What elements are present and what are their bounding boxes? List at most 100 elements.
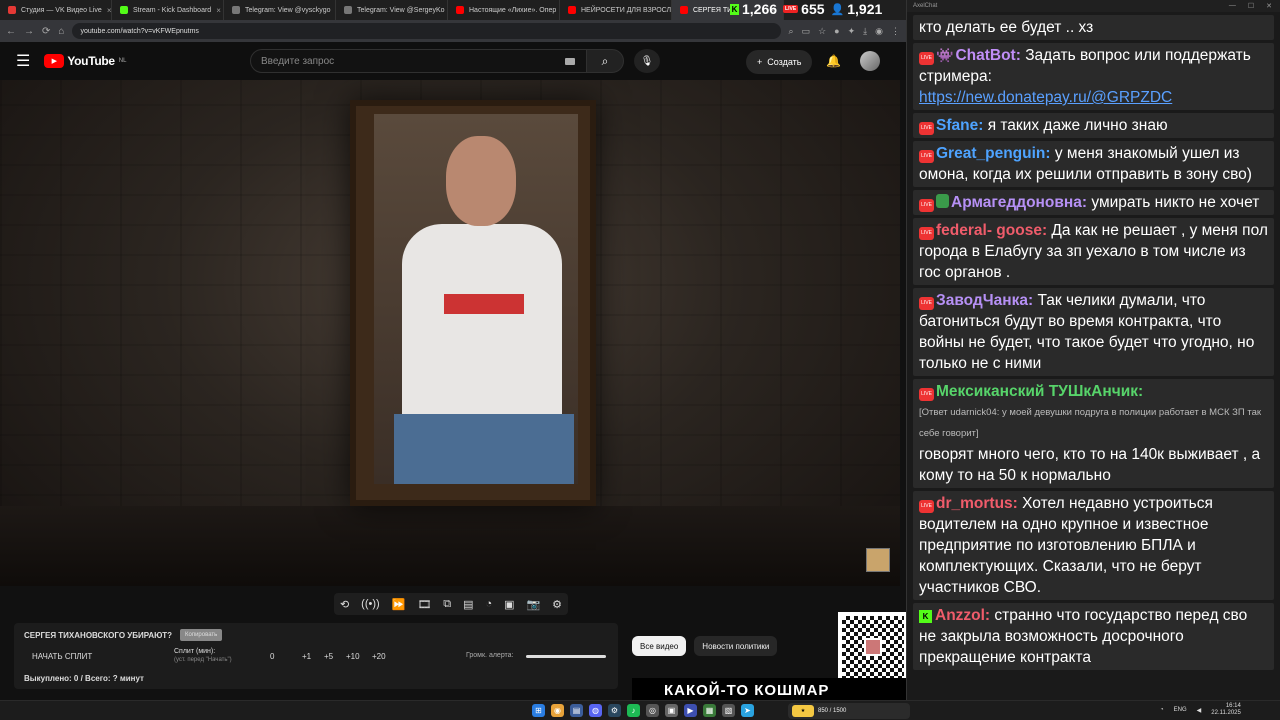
- bookmark-star-icon[interactable]: ☆: [818, 26, 826, 37]
- channel-watermark[interactable]: [866, 548, 890, 572]
- chrome-icon[interactable]: ◉: [551, 704, 564, 717]
- browser-tab[interactable]: НЕЙРОСЕТИ ДЛЯ ВЗРОСЛ×: [560, 0, 672, 20]
- chat-message: LIVE Мексиканский ТУШкАнчик: [Ответ udarn…: [913, 379, 1274, 488]
- vk-live-badge-icon: LIVE: [919, 500, 934, 513]
- browser-tab[interactable]: Telegram: View @SergeyKo×: [336, 0, 448, 20]
- obs-icon[interactable]: ◎: [646, 704, 659, 717]
- recommended-video-thumbnail[interactable]: КАКОЙ-ТО КОШМАР: [632, 678, 908, 702]
- tab-close-icon[interactable]: ×: [107, 6, 111, 15]
- chat-username[interactable]: dr_mortus:: [936, 495, 1018, 512]
- vk-live-badge-icon: LIVE: [919, 388, 934, 401]
- language-indicator[interactable]: ENG: [1174, 707, 1187, 713]
- telegram-icon[interactable]: ➤: [741, 704, 754, 717]
- menu-icon[interactable]: ⋮: [891, 26, 900, 37]
- browser-tab[interactable]: Студия — VK Видео Live ×: [0, 0, 112, 20]
- donation-goal-widget[interactable]: ★ 850 / 1500: [788, 703, 910, 719]
- search-input[interactable]: Введите запрос: [250, 49, 590, 73]
- tab-title: Студия — VK Видео Live: [21, 6, 102, 14]
- viewer-stats: K 1,266 LIVE 655 👤 1,921: [730, 0, 882, 18]
- close-icon[interactable]: ✕: [1266, 2, 1272, 10]
- shirt-print: [444, 294, 524, 314]
- recommendation-chips: Все видео Новости политики: [632, 636, 778, 656]
- chat-username[interactable]: Anzzol:: [935, 607, 990, 624]
- wifi-icon[interactable]: ◔: [1160, 707, 1164, 713]
- split-hint: (уст. перед "Начать"): [174, 657, 232, 663]
- create-button[interactable]: + Создать: [746, 50, 813, 74]
- plus-10-button[interactable]: +10: [346, 652, 360, 661]
- copy-button[interactable]: Копировать: [180, 629, 223, 641]
- chat-username[interactable]: Great_penguin:: [936, 145, 1051, 162]
- chat-username[interactable]: Мексиканский ТУШкАнчик:: [936, 383, 1143, 400]
- youtube-logo[interactable]: ▶ YouTube NL: [44, 54, 126, 68]
- spotify-icon[interactable]: ♪: [627, 704, 640, 717]
- reload-icon[interactable]: ⟳: [42, 26, 50, 37]
- home-icon[interactable]: ⌂: [58, 26, 64, 37]
- keyboard-icon[interactable]: [565, 57, 575, 65]
- clock[interactable]: 16:14 22.11.2025: [1211, 703, 1241, 717]
- video-floor: [0, 506, 900, 586]
- subtitles-icon[interactable]: ▤: [463, 598, 473, 611]
- zoom-icon[interactable]: ⌕: [789, 26, 794, 37]
- chat-username[interactable]: Sfane:: [936, 117, 983, 134]
- hamburger-menu-icon[interactable]: ☰: [16, 51, 30, 71]
- notifications-bell-icon[interactable]: 🔔: [826, 54, 841, 68]
- chat-username[interactable]: ChatBot:: [955, 47, 1020, 64]
- maximize-icon[interactable]: ☐: [1248, 2, 1254, 10]
- account-avatar[interactable]: [860, 51, 880, 71]
- app3-icon[interactable]: ▧: [722, 704, 735, 717]
- person-jeans: [394, 414, 574, 484]
- split-value[interactable]: 0: [270, 652, 274, 661]
- widget-label: 850 / 1500: [818, 708, 847, 714]
- app-icon[interactable]: ▣: [665, 704, 678, 717]
- files-icon[interactable]: ▤: [570, 704, 583, 717]
- steam-icon[interactable]: ⚙: [608, 704, 621, 717]
- gauge-icon[interactable]: ◔: [485, 598, 492, 610]
- app2-icon[interactable]: ▦: [703, 704, 716, 717]
- screen-icon[interactable]: ▣: [504, 598, 514, 611]
- picture-in-picture-icon[interactable]: ⧉: [443, 598, 451, 611]
- windows-taskbar: ⊞ ◉ ▤ ◍ ⚙ ♪ ◎ ▣ ▶ ▦ ▧ ➤ ★ 850 / 1500 ◔ E…: [0, 700, 1280, 720]
- plus-20-button[interactable]: +20: [372, 652, 386, 661]
- plus-1-button[interactable]: +1: [302, 652, 311, 661]
- video-player[interactable]: [0, 80, 900, 586]
- chat-username[interactable]: ЗаводЧанка:: [936, 292, 1033, 309]
- plus-5-button[interactable]: +5: [324, 652, 333, 661]
- chip-politics[interactable]: Новости политики: [694, 636, 778, 656]
- browser-tab[interactable]: Stream - Kick Dashboard ×: [112, 0, 224, 20]
- tab-close-icon[interactable]: ×: [216, 6, 221, 15]
- chat-username[interactable]: federal- goose:: [936, 222, 1047, 239]
- media-icon[interactable]: ▶: [684, 704, 697, 717]
- chat-message: LIVE federal- goose: Да как не решает , у…: [913, 218, 1274, 285]
- browser-tab[interactable]: Telegram: View @vysckygo×: [224, 0, 336, 20]
- minimize-icon[interactable]: —: [1229, 2, 1236, 10]
- discord-icon[interactable]: ◍: [589, 704, 602, 717]
- download-icon[interactable]: ⤓: [863, 26, 867, 37]
- chip-all-videos[interactable]: Все видео: [632, 636, 687, 656]
- start-split-button[interactable]: НАЧАТЬ СПЛИТ: [32, 652, 92, 661]
- donation-link[interactable]: https://new.donatepay.ru/@GRPZDC: [919, 89, 1172, 106]
- back-icon[interactable]: ←: [6, 26, 16, 37]
- url-text: youtube.com/watch?v=vKFWEpnutms: [80, 27, 199, 35]
- chat-reply-quote: [Ответ udarnick04: у моей девушки подруг…: [919, 407, 1262, 439]
- puzzle-icon[interactable]: ✦: [848, 26, 856, 37]
- voice-search-button[interactable]: 🎙: [634, 49, 660, 73]
- alert-volume-slider[interactable]: [526, 655, 606, 658]
- clock-time: 16:14: [1225, 703, 1241, 709]
- repeat-icon[interactable]: ⟲: [340, 598, 349, 611]
- extension-icon[interactable]: ●: [834, 26, 839, 37]
- profile-icon[interactable]: ◉: [875, 26, 883, 37]
- broadcast-icon[interactable]: ((•)): [361, 598, 380, 610]
- search-button[interactable]: ⌕: [586, 49, 624, 73]
- chat-username[interactable]: Армагеддоновна:: [951, 194, 1087, 211]
- settings-icon[interactable]: ⚙: [552, 598, 562, 611]
- camera-icon[interactable]: 📷: [526, 598, 540, 611]
- start-icon[interactable]: ⊞: [532, 704, 545, 717]
- volume-icon[interactable]: ◀: [1197, 707, 1202, 714]
- cast-icon[interactable]: ▭: [802, 26, 811, 37]
- browser-tab[interactable]: Настоящие «Лихие». Опер×: [448, 0, 560, 20]
- film-icon[interactable]: 🎞: [417, 598, 431, 611]
- speed-icon[interactable]: ⏩: [392, 598, 406, 611]
- forward-icon[interactable]: →: [24, 26, 34, 37]
- url-field[interactable]: youtube.com/watch?v=vKFWEpnutms: [72, 23, 781, 39]
- chat-message-text: говорят много чего, кто то на 140к выжив…: [919, 446, 1261, 484]
